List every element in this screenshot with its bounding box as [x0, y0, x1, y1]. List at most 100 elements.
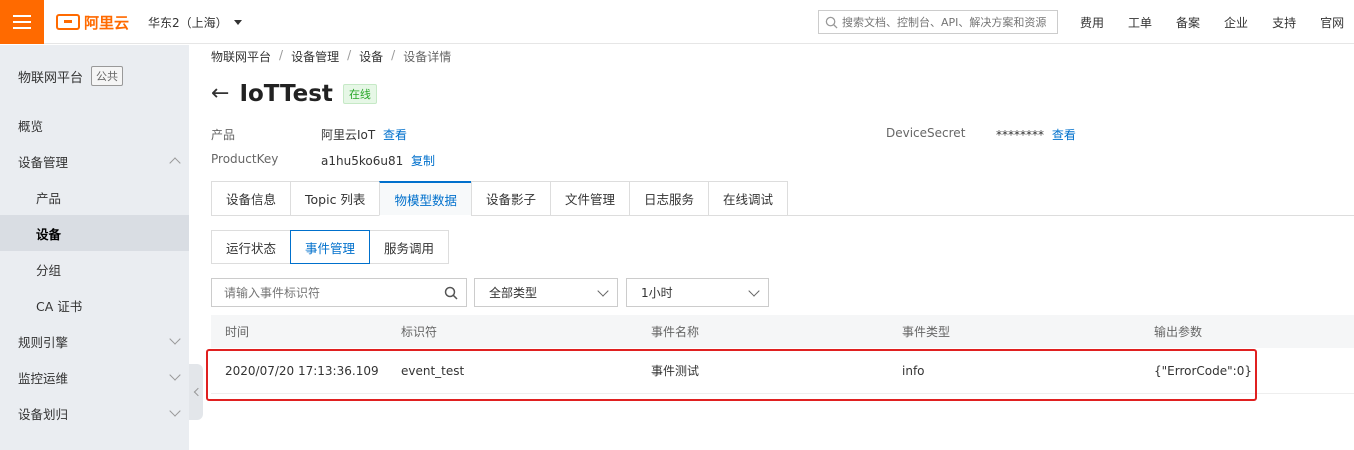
devicesecret-label-row: DeviceSecret: [886, 126, 965, 140]
cell-output-params: {"ErrorCode":0}: [1154, 363, 1252, 378]
aliyun-logo[interactable]: 阿里云: [56, 11, 129, 33]
chevron-down-icon: [169, 405, 181, 417]
status-badge: 在线: [342, 84, 377, 104]
breadcrumb-iot[interactable]: 物联网平台: [211, 48, 271, 65]
sidebar-item-label: 监控运维: [18, 370, 69, 386]
header-time: 时间: [225, 325, 250, 339]
event-identifier-input[interactable]: [224, 285, 434, 300]
nav-support[interactable]: 支持: [1272, 14, 1296, 31]
sidebar-item-device-management[interactable]: 设备管理: [0, 143, 189, 179]
chevron-down-icon: [597, 285, 609, 297]
sidebar-item-label: 规则引擎: [18, 334, 69, 350]
event-identifier-search[interactable]: [211, 278, 467, 307]
tab-file-management[interactable]: 文件管理: [549, 181, 629, 216]
sidebar-item-devices[interactable]: 设备: [0, 215, 189, 251]
tab-online-debug[interactable]: 在线调试: [708, 181, 789, 216]
sidebar-header: 物联网平台 公共: [0, 45, 189, 107]
chevron-down-icon: [169, 369, 181, 381]
breadcrumb-separator: /: [391, 48, 396, 62]
title-row: ← IoTTest 在线: [211, 81, 377, 107]
table-header: 时间 标识符 事件名称 事件类型 输出参数: [211, 315, 1354, 348]
events-table: 时间 标识符 事件名称 事件类型 输出参数 2020/07/20 17:13:3…: [211, 315, 1354, 394]
breadcrumb-current: 设备详情: [403, 50, 452, 64]
nav-enterprise[interactable]: 企业: [1224, 14, 1248, 31]
productkey-label: ProductKey: [211, 152, 279, 166]
devicesecret-value-row: ******** 查看: [996, 126, 1076, 143]
global-search-input[interactable]: [842, 15, 1052, 29]
product-value-row: 阿里云IoT 查看: [321, 126, 407, 143]
sidebar-item-label: 设备划归: [18, 406, 69, 422]
chevron-left-icon: [193, 387, 202, 397]
nav-icp[interactable]: 备案: [1176, 14, 1200, 31]
sidebar-item-label: CA 证书: [36, 298, 83, 314]
subtab-service-call[interactable]: 服务调用: [369, 230, 450, 264]
cell-time: 2020/07/20 17:13:36.109: [225, 363, 379, 378]
nav-tickets[interactable]: 工单: [1128, 14, 1152, 31]
tab-tsl-data[interactable]: 物模型数据: [379, 181, 471, 216]
cell-event-type: info: [902, 363, 925, 378]
time-range-select[interactable]: 1小时: [626, 278, 769, 307]
breadcrumb-separator: /: [347, 48, 352, 62]
header-event-name: 事件名称: [651, 325, 700, 339]
sidebar-item-groups[interactable]: 分组: [0, 251, 189, 287]
tab-device-shadow[interactable]: 设备影子: [470, 181, 550, 216]
chevron-down-icon: [169, 333, 181, 345]
product-label: 产品: [211, 128, 236, 142]
sidebar-item-products[interactable]: 产品: [0, 179, 189, 215]
chevron-down-icon: [748, 285, 760, 297]
device-tabs: 设备信息 Topic 列表 物模型数据 设备影子 文件管理 日志服务 在线调试: [211, 181, 1354, 216]
header-event-type: 事件类型: [902, 325, 951, 339]
subtab-runtime-status[interactable]: 运行状态: [211, 230, 292, 264]
sidebar-item-label: 分组: [36, 262, 62, 278]
sidebar-collapse-handle[interactable]: [189, 364, 203, 420]
search-icon[interactable]: [444, 286, 458, 300]
cell-event-name: 事件测试: [651, 364, 700, 378]
product-info: 产品: [211, 126, 235, 143]
top-bar: 阿里云 华东2（上海） 费用 工单 备案 企业 支持 官网: [0, 0, 1354, 44]
tab-log-service[interactable]: 日志服务: [628, 181, 708, 216]
cell-identifier: event_test: [401, 363, 465, 378]
header-output-params: 输出参数: [1154, 325, 1203, 339]
search-icon: [825, 16, 838, 29]
event-type-select[interactable]: 全部类型: [474, 278, 618, 307]
back-arrow-icon[interactable]: ←: [211, 83, 229, 105]
nav-official-site[interactable]: 官网: [1320, 14, 1344, 31]
sidebar-item-monitoring[interactable]: 监控运维: [0, 359, 189, 395]
breadcrumb-device[interactable]: 设备: [359, 48, 383, 65]
product-value: 阿里云IoT: [321, 128, 376, 142]
breadcrumb-separator: /: [279, 48, 284, 62]
subtab-event-management[interactable]: 事件管理: [290, 230, 371, 264]
sidebar-item-label: 概览: [18, 118, 44, 134]
productkey-label-row: ProductKey: [211, 152, 278, 166]
copy-link[interactable]: 复制: [411, 154, 435, 168]
sidebar-item-label: 设备管理: [18, 154, 69, 170]
sidebar-item-overview[interactable]: 概览: [0, 107, 189, 143]
tab-topic-list[interactable]: Topic 列表: [290, 181, 380, 216]
page-title: IoTTest: [239, 81, 333, 107]
menu-icon[interactable]: [0, 0, 44, 44]
nav-fees[interactable]: 费用: [1080, 14, 1104, 31]
devicesecret-value: ********: [996, 128, 1044, 142]
header-identifier: 标识符: [401, 325, 438, 339]
time-range-value: 1小时: [641, 286, 673, 300]
devicesecret-label: DeviceSecret: [886, 126, 966, 140]
chevron-up-icon: [169, 157, 181, 169]
breadcrumb-device-mgmt[interactable]: 设备管理: [291, 48, 339, 65]
aliyun-logo-icon: [56, 14, 80, 30]
view-secret-link[interactable]: 查看: [1052, 128, 1076, 142]
region-selector[interactable]: 华东2（上海）: [148, 14, 242, 31]
data-subtabs: 运行状态 事件管理 服务调用: [211, 230, 450, 264]
sidebar-item-ca-cert[interactable]: CA 证书: [0, 287, 189, 323]
sidebar-item-device-assign[interactable]: 设备划归: [0, 395, 189, 431]
tab-device-info[interactable]: 设备信息: [211, 181, 291, 216]
sidebar-item-rule-engine[interactable]: 规则引擎: [0, 323, 189, 359]
sidebar-item-label: 设备: [36, 226, 62, 242]
public-badge: 公共: [91, 66, 124, 86]
view-product-link[interactable]: 查看: [383, 128, 407, 142]
global-search[interactable]: [818, 10, 1058, 34]
top-nav: 费用 工单 备案 企业 支持 官网: [1080, 14, 1344, 31]
table-row[interactable]: 2020/07/20 17:13:36.109 event_test 事件测试 …: [211, 348, 1354, 394]
sidebar-title: 物联网平台: [18, 70, 84, 86]
sidebar: 物联网平台 公共 概览 设备管理 产品 设备 分组 CA 证书 规则引擎 监控运…: [0, 45, 189, 450]
event-type-value: 全部类型: [489, 286, 538, 300]
